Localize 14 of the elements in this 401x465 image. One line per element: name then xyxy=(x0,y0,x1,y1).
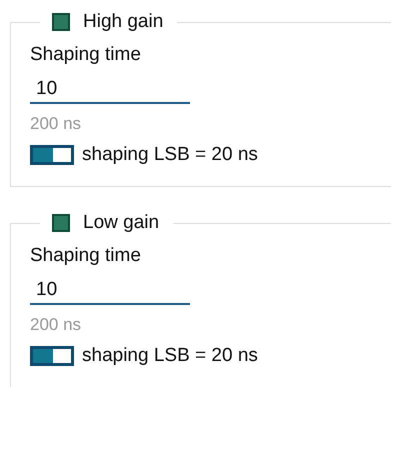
checkbox[interactable] xyxy=(52,13,70,31)
field-label: Shaping time xyxy=(30,44,142,66)
field-hint: 200 ns xyxy=(30,114,82,134)
toggle-switch[interactable] xyxy=(30,145,74,165)
toggle-switch[interactable] xyxy=(30,346,74,366)
input-field[interactable]: 10 xyxy=(30,70,190,104)
group-title: High gain xyxy=(83,11,164,33)
checkbox[interactable] xyxy=(52,214,70,232)
toggle-label: shaping LSB = 20 ns xyxy=(82,144,258,166)
field-hint: 200 ns xyxy=(30,315,82,335)
toggle-label: shaping LSB = 20 ns xyxy=(82,345,258,367)
input-field[interactable]: 10 xyxy=(30,271,190,305)
field-label: Shaping time xyxy=(30,245,142,267)
group-title: Low gain xyxy=(83,212,160,234)
